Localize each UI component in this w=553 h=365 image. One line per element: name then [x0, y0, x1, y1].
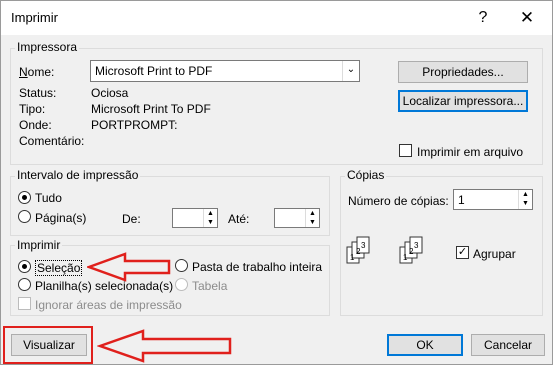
table-radio[interactable] — [175, 278, 188, 291]
properties-button[interactable]: Propriedades... — [398, 61, 528, 83]
status-value: Ociosa — [91, 86, 129, 100]
comment-label: Comentário: — [19, 134, 85, 148]
svg-text:1: 1 — [350, 253, 355, 262]
spin-arrows-icon[interactable]: ▲ ▼ — [305, 209, 319, 227]
collated-pages-icon: 3 2 1 — [399, 236, 423, 264]
where-label: Onde: — [19, 118, 52, 132]
print-to-file-label[interactable]: Imprimir em arquivo — [417, 145, 523, 159]
title-bar: Imprimir ? ✕ — [1, 1, 552, 35]
from-label: De: — [122, 212, 141, 226]
printer-name-select[interactable]: Microsoft Print to PDF ⌄ — [90, 60, 360, 82]
dropdown-arrow-icon: ⌄ — [342, 61, 359, 81]
printer-group-label: Impressora — [15, 40, 80, 54]
print-to-file-checkbox[interactable] — [399, 144, 412, 157]
type-label: Tipo: — [19, 102, 46, 116]
pages-radio[interactable] — [18, 210, 31, 223]
collate-checkbox[interactable]: ✓ — [456, 246, 469, 259]
ignore-print-areas-checkbox[interactable] — [18, 297, 31, 310]
collate-label[interactable]: Agrupar — [473, 247, 516, 261]
print-range-group-label: Intervalo de impressão — [15, 168, 141, 182]
arrow-annotation-icon — [97, 329, 232, 363]
entire-workbook-radio[interactable] — [175, 259, 188, 272]
find-printer-button[interactable]: Localizar impressora... — [398, 90, 528, 112]
ignore-print-areas-label: Ignorar áreas de impressão — [35, 298, 182, 312]
print-dialog: Imprimir ? ✕ Impressora Nome: Microsoft … — [0, 0, 553, 365]
svg-text:1: 1 — [403, 253, 408, 262]
print-what-group-label: Imprimir — [15, 238, 63, 252]
printer-name-value: Microsoft Print to PDF — [95, 64, 213, 78]
all-pages-radio[interactable] — [18, 191, 31, 204]
pages-label[interactable]: Página(s) — [35, 211, 86, 225]
active-sheets-radio[interactable] — [18, 278, 31, 291]
svg-text:2: 2 — [409, 247, 414, 256]
close-icon[interactable]: ✕ — [507, 4, 547, 32]
spin-arrows-icon[interactable]: ▲ ▼ — [203, 209, 217, 227]
collated-pages-icon: 3 2 1 — [346, 236, 370, 264]
to-label: Até: — [228, 212, 250, 226]
copies-count-spinner[interactable]: 1 ▲ ▼ — [453, 189, 533, 210]
where-value: PORTPROMPT: — [91, 118, 178, 132]
svg-text:2: 2 — [356, 247, 361, 256]
svg-text:3: 3 — [361, 241, 366, 250]
annotation-highlight-box — [3, 326, 93, 364]
question-icon[interactable]: ? — [463, 4, 503, 32]
table-label: Tabela — [192, 279, 228, 293]
copies-count-label: Número de cópias: — [348, 194, 449, 208]
status-label: Status: — [19, 86, 57, 100]
arrow-annotation-icon — [87, 252, 171, 282]
type-value: Microsoft Print To PDF — [91, 102, 211, 116]
entire-workbook-label[interactable]: Pasta de trabalho inteira — [192, 260, 322, 274]
spin-arrows-icon[interactable]: ▲ ▼ — [518, 190, 532, 209]
selection-label[interactable]: Seleção — [35, 260, 83, 276]
to-page-spinner[interactable]: ▲ ▼ — [274, 208, 320, 228]
selection-radio[interactable] — [18, 260, 31, 273]
dialog-title: Imprimir — [11, 10, 58, 25]
copies-group-label: Cópias — [345, 168, 387, 182]
cancel-button[interactable]: Cancelar — [471, 334, 545, 356]
from-page-spinner[interactable]: ▲ ▼ — [172, 208, 218, 228]
printer-name-label: Nome: — [19, 65, 55, 79]
svg-text:3: 3 — [414, 241, 419, 250]
all-pages-label[interactable]: Tudo — [35, 191, 62, 205]
ok-button[interactable]: OK — [387, 334, 463, 356]
